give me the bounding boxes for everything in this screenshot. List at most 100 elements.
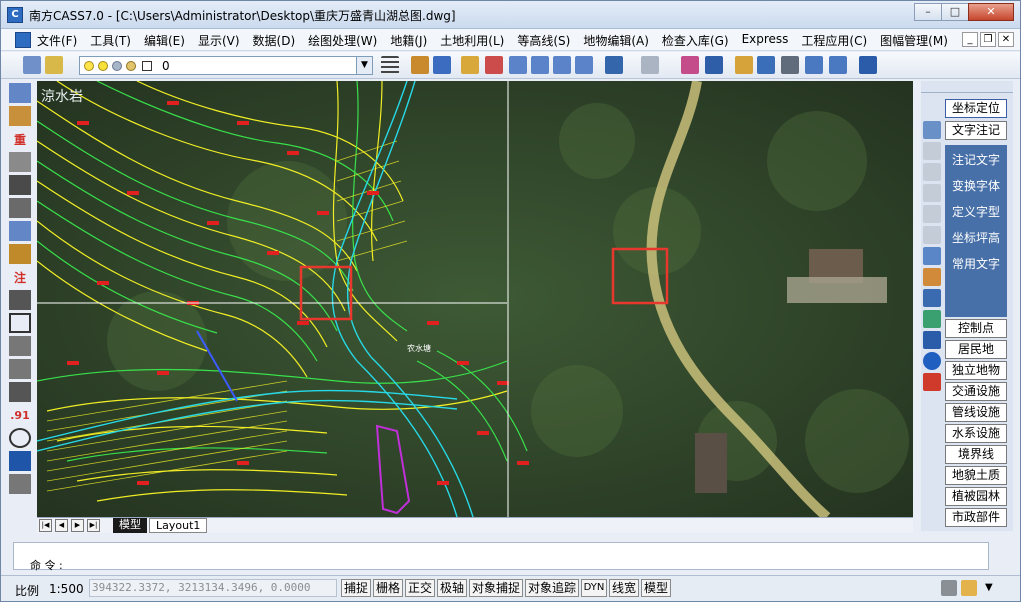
- maximize-button[interactable]: □: [941, 3, 969, 21]
- trim-line-icon[interactable]: [829, 56, 847, 74]
- edit-tool-icon[interactable]: [9, 106, 31, 126]
- first-tab-button[interactable]: |◀: [39, 519, 52, 532]
- rectangle-icon[interactable]: [9, 313, 31, 333]
- menu-item-12[interactable]: 工程应用(C): [801, 32, 867, 49]
- layers-icon[interactable]: [923, 121, 941, 139]
- cass-app-icon[interactable]: C: [7, 7, 23, 23]
- polar-toggle[interactable]: 极轴: [437, 579, 467, 597]
- independent-feature-button[interactable]: 独立地物: [945, 361, 1007, 380]
- match-properties-icon[interactable]: [485, 56, 503, 74]
- points-icon[interactable]: [923, 247, 941, 265]
- panel-grip[interactable]: [921, 81, 1013, 93]
- menu-item-3[interactable]: 显示(V): [198, 32, 240, 49]
- landform-soil-button[interactable]: 地貌土质: [945, 466, 1007, 485]
- coordinate-locate-button[interactable]: 坐标定位: [945, 99, 1007, 118]
- layer-manager-icon[interactable]: [23, 56, 41, 74]
- menu-item-6[interactable]: 地籍(J): [390, 32, 427, 49]
- delete-icon[interactable]: [923, 373, 941, 391]
- zoom-previous-icon[interactable]: [923, 205, 941, 223]
- boundary-line-button[interactable]: 境界线: [945, 445, 1007, 464]
- submenu-define-style[interactable]: 定义字型: [945, 203, 1007, 220]
- lock-icon[interactable]: [961, 580, 977, 596]
- chevron-down-icon[interactable]: ▼: [985, 582, 993, 593]
- link-icon[interactable]: [781, 56, 799, 74]
- layer-state-icon[interactable]: [45, 56, 63, 74]
- vegetation-button[interactable]: 植被园林: [945, 487, 1007, 506]
- last-tab-button[interactable]: ▶|: [87, 519, 100, 532]
- control-point-button[interactable]: 控制点: [945, 319, 1007, 338]
- lineweight-toggle[interactable]: 线宽: [609, 579, 639, 597]
- zoom-icon[interactable]: [923, 142, 941, 160]
- water-system-button[interactable]: 水系设施: [945, 424, 1007, 443]
- mdi-restore-button[interactable]: ❐: [980, 32, 996, 47]
- menu-item-11[interactable]: Express: [742, 32, 789, 49]
- ruler-icon[interactable]: [9, 244, 31, 264]
- ortho-toggle[interactable]: 正交: [405, 579, 435, 597]
- menu-item-4[interactable]: 数据(D): [253, 32, 296, 49]
- tab-model[interactable]: 模型: [113, 518, 147, 533]
- model-toggle[interactable]: 模型: [641, 579, 671, 597]
- menu-item-10[interactable]: 检查入库(G): [662, 32, 729, 49]
- draw-tool-icon[interactable]: [9, 83, 31, 103]
- symbol-icon[interactable]: [9, 382, 31, 402]
- scale-value[interactable]: 1:500: [49, 582, 84, 596]
- submenu-annotate-text[interactable]: 注记文字: [945, 151, 1007, 168]
- menu-item-5[interactable]: 绘图处理(W): [308, 32, 377, 49]
- linetype-icon[interactable]: [381, 56, 399, 74]
- fence-icon[interactable]: [9, 198, 31, 218]
- document-icon[interactable]: [15, 32, 31, 48]
- table-icon[interactable]: [923, 331, 941, 349]
- municipal-parts-button[interactable]: 市政部件: [945, 508, 1007, 527]
- submenu-change-font[interactable]: 变换字体: [945, 177, 1007, 194]
- line-icon[interactable]: [9, 451, 31, 471]
- polyline-icon[interactable]: [9, 290, 31, 310]
- minimize-button[interactable]: –: [914, 3, 942, 21]
- help-icon[interactable]: [859, 56, 877, 74]
- menu-item-7[interactable]: 土地利用(L): [440, 32, 504, 49]
- menu-item-0[interactable]: 文件(F): [37, 32, 77, 49]
- snap-toggle[interactable]: 捕捉: [341, 579, 371, 597]
- object-snap-toggle[interactable]: 对象捕捉: [469, 579, 523, 597]
- refresh-icon[interactable]: [923, 226, 941, 244]
- zoom-in-icon[interactable]: [553, 56, 571, 74]
- settings-icon[interactable]: [941, 580, 957, 596]
- menu-item-2[interactable]: 编辑(E): [144, 32, 185, 49]
- next-tab-button[interactable]: ▶: [71, 519, 84, 532]
- submenu-common-text[interactable]: 常用文字: [945, 255, 1007, 272]
- zoom-previous-icon[interactable]: [575, 56, 593, 74]
- circle-icon[interactable]: [9, 428, 31, 448]
- point-tool-icon[interactable]: [9, 152, 31, 172]
- pipeline-facility-button[interactable]: 管线设施: [945, 403, 1007, 422]
- submenu-coordinate-elevation[interactable]: 坐标坪高: [945, 229, 1007, 246]
- command-window[interactable]: 命 令 :: [13, 542, 989, 572]
- hatch-icon[interactable]: [9, 359, 31, 379]
- measure-line-icon[interactable]: [805, 56, 823, 74]
- traffic-facility-button[interactable]: 交通设施: [945, 382, 1007, 401]
- menu-item-13[interactable]: 图幅管理(M): [880, 32, 948, 49]
- tab-layout1[interactable]: Layout1: [149, 518, 208, 533]
- edit-symbol-icon[interactable]: [923, 268, 941, 286]
- redraw-icon[interactable]: 重: [9, 129, 31, 149]
- edit-pen-icon[interactable]: [735, 56, 753, 74]
- open-file-icon[interactable]: [411, 56, 429, 74]
- camera-icon[interactable]: [9, 175, 31, 195]
- pan-icon[interactable]: [923, 163, 941, 181]
- zoom-window-icon[interactable]: [531, 56, 549, 74]
- object-track-toggle[interactable]: 对象追踪: [525, 579, 579, 597]
- prev-tab-button[interactable]: ◀: [55, 519, 68, 532]
- grid-icon[interactable]: [923, 289, 941, 307]
- wall-icon[interactable]: [9, 336, 31, 356]
- text-annotation-button[interactable]: 文字注记: [945, 121, 1007, 140]
- pencil-icon[interactable]: [461, 56, 479, 74]
- check-icon[interactable]: [923, 310, 941, 328]
- zoom-realtime-icon[interactable]: [509, 56, 527, 74]
- mdi-close-button[interactable]: ✕: [998, 32, 1014, 47]
- undo-icon[interactable]: [605, 56, 623, 74]
- residential-button[interactable]: 居民地: [945, 340, 1007, 359]
- menu-item-9[interactable]: 地物编辑(A): [583, 32, 649, 49]
- properties-icon[interactable]: [681, 56, 699, 74]
- annotate-icon[interactable]: 注: [9, 267, 31, 287]
- move-icon[interactable]: [757, 56, 775, 74]
- curve-icon[interactable]: [9, 474, 31, 494]
- dyn-toggle[interactable]: DYN: [581, 579, 607, 597]
